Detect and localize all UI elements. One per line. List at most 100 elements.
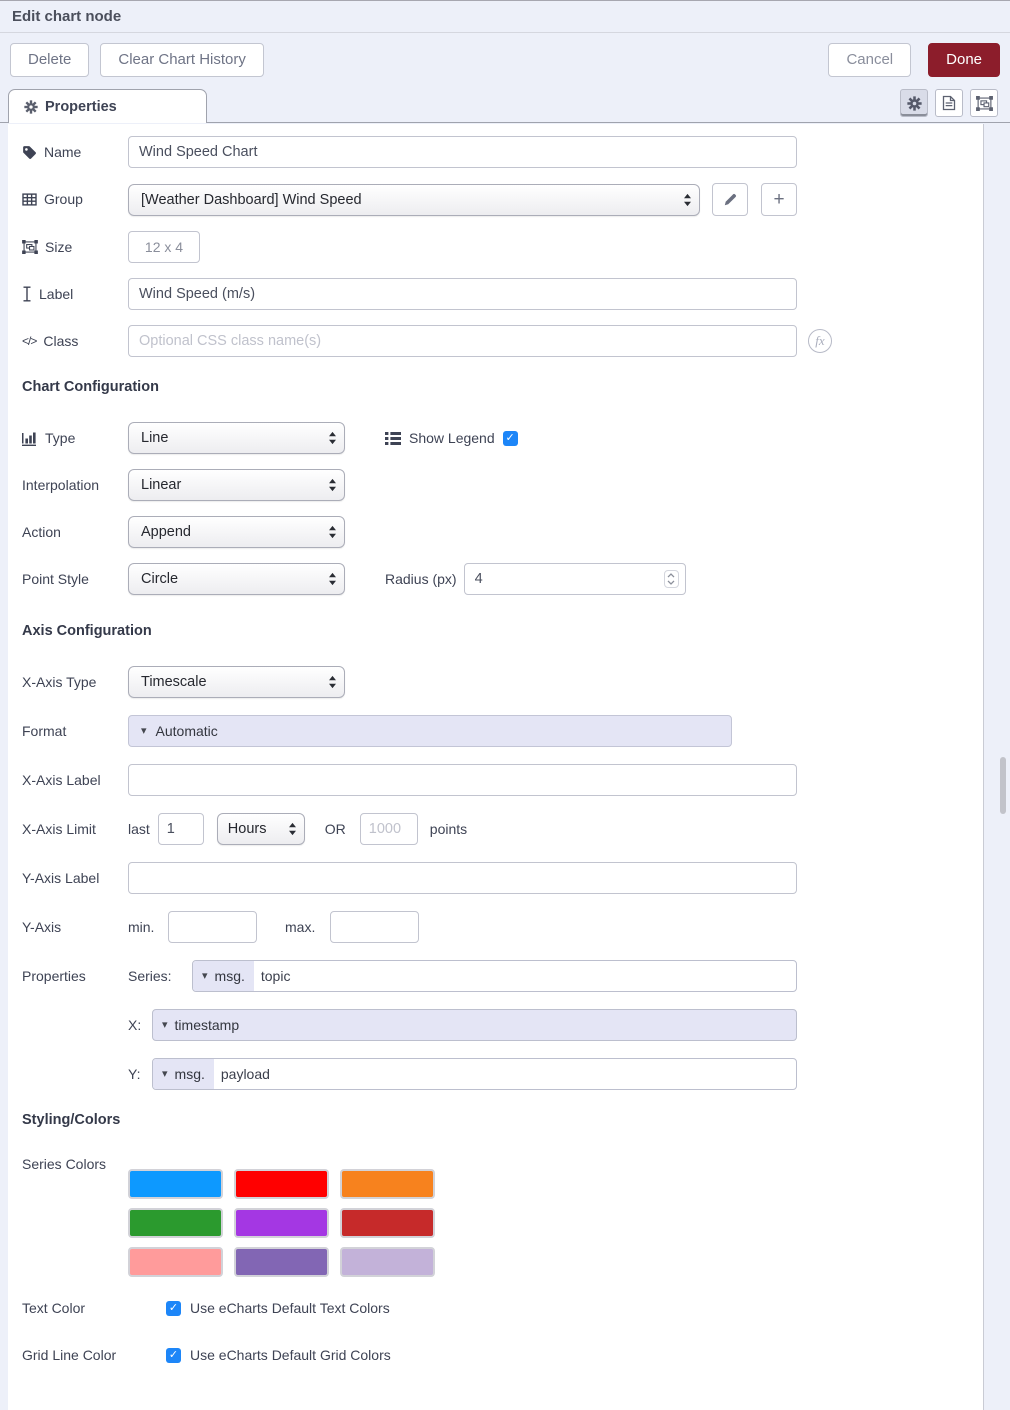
series-colors-grid	[128, 1169, 435, 1277]
color-swatch[interactable]	[128, 1208, 223, 1238]
y-typed-input[interactable]: ▾ msg. payload	[152, 1058, 797, 1090]
cancel-button[interactable]: Cancel	[828, 43, 911, 77]
stepper-icon[interactable]	[664, 570, 679, 588]
object-group-icon	[22, 240, 38, 254]
bar-chart-icon	[22, 431, 38, 446]
limit-unit-select[interactable]: Hours	[217, 813, 305, 845]
show-legend-checkbox[interactable]: ✓	[503, 431, 518, 446]
done-button[interactable]: Done	[928, 43, 1000, 77]
limit-points-input[interactable]	[360, 813, 418, 845]
caret-down-icon: ▾	[162, 1069, 168, 1080]
color-swatch[interactable]	[234, 1169, 329, 1199]
show-legend-label: Show Legend	[409, 430, 495, 446]
color-swatch[interactable]	[128, 1247, 223, 1277]
type-label-group: Type	[22, 429, 128, 448]
vertical-scrollbar[interactable]	[1000, 757, 1006, 814]
y-min-label: min.	[128, 919, 168, 935]
series-field-label: Series:	[128, 968, 192, 984]
point-style-select[interactable]: Circle	[128, 563, 345, 595]
pencil-icon	[724, 193, 737, 206]
label-label: Label	[39, 285, 73, 304]
color-swatch[interactable]	[340, 1208, 435, 1238]
select-arrows-icon	[328, 525, 337, 539]
series-value: topic	[254, 961, 298, 991]
y-axis-label-input[interactable]	[128, 862, 797, 894]
format-dropdown[interactable]: ▾ Automatic	[128, 715, 732, 747]
interpolation-select[interactable]: Linear	[128, 469, 345, 501]
class-input[interactable]	[128, 325, 797, 357]
properties-form: Name Group [Weather Dashboard] Wind Spee…	[8, 124, 984, 1410]
select-arrows-icon	[288, 822, 297, 836]
type-select[interactable]: Line	[128, 422, 345, 454]
color-swatch[interactable]	[340, 1169, 435, 1199]
size-button[interactable]: 12 x 4	[128, 231, 200, 263]
y-property-row: Y: ▾ msg. payload	[22, 1058, 983, 1090]
color-swatch[interactable]	[234, 1208, 329, 1238]
x-axis-type-label: X-Axis Type	[22, 673, 128, 692]
y-min-input[interactable]	[168, 911, 257, 943]
group-row: Group [Weather Dashboard] Wind Speed +	[22, 183, 983, 216]
edit-group-button[interactable]	[712, 183, 748, 216]
x-prefix-value: timestamp	[175, 1017, 240, 1033]
y-max-input[interactable]	[330, 911, 419, 943]
delete-button[interactable]: Delete	[10, 43, 89, 77]
select-arrows-icon	[328, 572, 337, 586]
y-type-prefix[interactable]: ▾ msg.	[153, 1059, 214, 1089]
size-row: Size 12 x 4	[22, 231, 983, 263]
add-group-button[interactable]: +	[761, 183, 797, 216]
description-view-button[interactable]	[935, 89, 963, 117]
radius-input[interactable]	[464, 563, 686, 595]
text-color-checkbox[interactable]: ✓	[166, 1301, 181, 1316]
x-axis-label-input[interactable]	[128, 764, 797, 796]
point-style-row: Point Style Circle Radius (px)	[22, 563, 983, 595]
select-arrows-icon	[328, 675, 337, 689]
properties-view-button[interactable]	[900, 89, 928, 117]
dialog-toolbar: Delete Clear Chart History Cancel Done	[0, 33, 1010, 86]
action-select[interactable]: Append	[128, 516, 345, 548]
x-type-prefix[interactable]: ▾ timestamp	[153, 1010, 248, 1040]
tag-icon	[22, 145, 37, 160]
limit-last-input[interactable]	[158, 813, 204, 845]
select-arrows-icon	[328, 478, 337, 492]
points-label: points	[430, 821, 467, 837]
select-arrows-icon	[683, 193, 692, 207]
or-label: OR	[325, 821, 346, 837]
point-style-label: Point Style	[22, 570, 128, 589]
x-axis-type-select[interactable]: Timescale	[128, 666, 345, 698]
series-type-prefix[interactable]: ▾ msg.	[193, 961, 254, 991]
x-axis-limit-row: X-Axis Limit last Hours OR points	[22, 813, 983, 845]
x-axis-limit-label: X-Axis Limit	[22, 820, 128, 839]
x-typed-input[interactable]: ▾ timestamp	[152, 1009, 797, 1041]
series-prefix-label: msg.	[215, 968, 245, 984]
check-icon: ✓	[506, 433, 515, 444]
code-icon: </>	[22, 332, 36, 351]
class-label-group: </> Class	[22, 332, 128, 351]
last-label: last	[128, 821, 150, 837]
appearance-view-button[interactable]	[970, 89, 998, 117]
group-label-group: Group	[22, 190, 128, 209]
group-select-value: [Weather Dashboard] Wind Speed	[141, 192, 362, 208]
caret-down-icon: ▾	[202, 971, 208, 982]
y-max-label: max.	[285, 919, 330, 935]
color-swatch[interactable]	[128, 1169, 223, 1199]
group-select[interactable]: [Weather Dashboard] Wind Speed	[128, 184, 700, 216]
color-swatch[interactable]	[340, 1247, 435, 1277]
appearance-icon	[976, 96, 993, 111]
interpolation-label: Interpolation	[22, 476, 128, 495]
dialog-title: Edit chart node	[12, 8, 121, 25]
name-input[interactable]	[128, 136, 797, 168]
label-row: Label	[22, 278, 983, 310]
clear-chart-history-button[interactable]: Clear Chart History	[100, 43, 264, 77]
dialog-titlebar: Edit chart node	[0, 0, 1010, 33]
show-legend-group: Show Legend ✓	[385, 430, 518, 446]
series-typed-input[interactable]: ▾ msg. topic	[192, 960, 797, 992]
tab-properties[interactable]: Properties	[8, 89, 207, 123]
check-icon: ✓	[169, 1303, 178, 1314]
class-label: Class	[43, 332, 78, 351]
series-colors-label: Series Colors	[22, 1155, 128, 1174]
text-color-row: Text Color ✓ Use eCharts Default Text Co…	[22, 1292, 983, 1324]
color-swatch[interactable]	[234, 1247, 329, 1277]
label-input[interactable]	[128, 278, 797, 310]
grid-color-row: Grid Line Color ✓ Use eCharts Default Gr…	[22, 1339, 983, 1371]
grid-color-checkbox[interactable]: ✓	[166, 1348, 181, 1363]
